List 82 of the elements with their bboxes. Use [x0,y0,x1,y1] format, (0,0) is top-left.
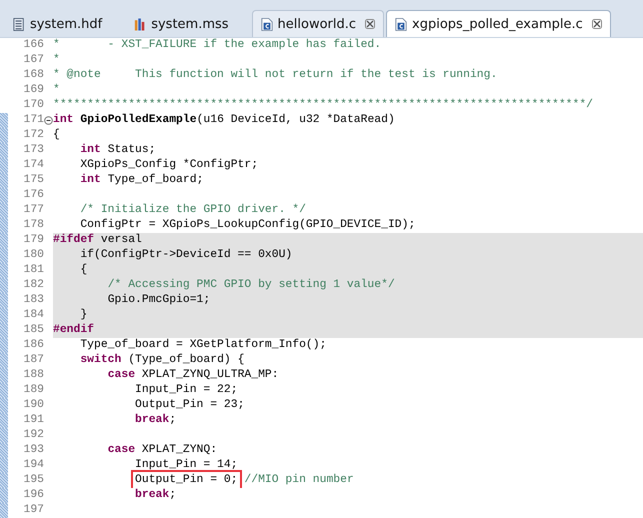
line-number: 192 [22,428,44,443]
code-text: Input_Pin = 14; [135,459,238,471]
code-text: ; [169,489,176,501]
line-number: 177 [22,203,44,218]
line-number: 175 [22,173,44,188]
code-text: XPLAT_ZYNQ_ULTRA_MP: [142,369,279,381]
code-keyword: int [80,174,101,186]
line-number: 170 [22,98,44,113]
code-text: versal [100,234,142,246]
code-keyword: #endif [53,324,94,336]
close-icon[interactable] [365,19,376,29]
editor-tab[interactable]: system.mss [125,10,238,37]
line-number: 181 [22,263,44,278]
code-text: (u16 DeviceId, u32 *DataRead) [196,114,395,126]
editor-tab[interactable]: system.hdf [4,10,112,37]
code-comment: /* Accessing PMC GPIO by setting 1 value*/ [108,279,395,291]
code-text: Type_of_board = XGetPlatform_Info(); [80,339,326,351]
code-keyword: break [135,414,170,426]
code-text: if(ConfigPtr->DeviceId == 0x0U) [80,249,292,261]
c-file-icon [395,16,408,32]
books-icon [134,16,146,32]
code-comment: ******************************************************************************/ [53,99,594,111]
code-comment: * [53,84,60,96]
code-keyword: #ifdef [53,234,94,246]
line-number: 184 [22,308,44,323]
code-keyword: case [108,444,136,456]
line-number: 189 [22,383,44,398]
code-text: Status; [108,144,156,156]
line-number: 191 [22,413,44,428]
line-number: 180 [22,248,44,263]
code-text: } [80,309,88,321]
line-number: 186 [22,338,44,353]
code-comment: * [53,54,60,66]
code-text: (Type_of_board) { [128,354,244,366]
line-number: 173 [22,143,44,158]
code-text: { [80,264,88,276]
code-text: { [53,129,60,141]
code-comment: //MIO pin number [244,474,354,486]
editor-tab[interactable]: xgpiops_polled_example.c [386,10,611,37]
editor-tab[interactable]: helloworld.c [252,10,384,37]
line-number: 196 [22,488,44,503]
code-text: ; [169,414,176,426]
line-number: 167 [22,53,44,68]
close-icon[interactable] [592,19,602,29]
line-number: 195 [22,473,44,488]
collapse-icon[interactable] [44,116,53,125]
code-comment: * @note This function will not return if the test is running. [53,69,498,81]
line-number: 187 [22,353,44,368]
code-text: Type_of_board; [108,174,204,186]
code-text: XGpioPs_Config *ConfigPtr; [80,159,258,171]
line-number: 197 [22,503,44,518]
line-number: 174 [22,158,44,173]
code-keyword: switch [80,354,122,366]
code-comment: /* Initialize the GPIO driver. */ [80,204,306,216]
line-number: 176 [22,188,44,203]
function-name: GpioPolledExample [80,114,197,126]
line-number: 168 [22,68,44,83]
code-text: Output_Pin = 23; [135,399,244,411]
line-number: 182 [22,278,44,293]
code-text: XPLAT_ZYNQ: [142,444,218,456]
line-number: 190 [22,398,44,413]
code-text: Input_Pin = 22; [135,384,238,396]
c-file-icon [260,16,273,32]
code-text: ConfigPtr = XGpioPs_LookupConfig(GPIO_DEVICE_ID); [80,219,416,231]
line-number: 178 [22,218,44,233]
code-keyword: case [108,369,136,381]
code-text: Gpio.PmcGpio=1; [108,294,210,306]
code-keyword: break [135,489,170,501]
line-number: 169 [22,83,44,98]
line-number: 172 [22,128,44,143]
line-number: 179 [22,233,44,248]
line-number: 171 [22,113,44,128]
document-icon [13,16,25,32]
code-comment: * - XST_FAILURE if the example has failed. [53,39,382,51]
code-keyword: int [80,144,101,156]
line-number: 183 [22,293,44,308]
line-number: 185 [22,323,44,338]
line-number: 194 [22,458,44,473]
line-number: 166 [22,38,44,53]
line-number: 193 [22,443,44,458]
code-keyword: int [53,114,74,126]
line-number: 188 [22,368,44,383]
